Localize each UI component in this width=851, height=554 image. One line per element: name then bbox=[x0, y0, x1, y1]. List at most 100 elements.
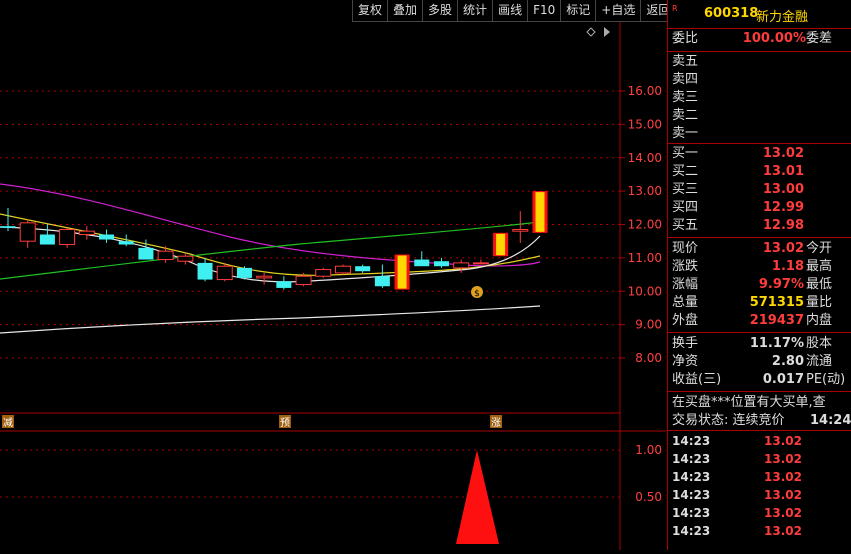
sell-level-row[interactable]: 卖四 bbox=[668, 71, 851, 89]
row-label: 卖一 bbox=[672, 126, 699, 141]
row-value: 12.98 bbox=[762, 218, 804, 233]
candle-body bbox=[78, 230, 95, 236]
draw-line-button[interactable]: 画线 bbox=[492, 0, 528, 22]
rise-marker[interactable]: 涨 bbox=[490, 415, 502, 429]
finance-stat-row[interactable]: 收益(三) 0.017 PE(动) bbox=[668, 371, 851, 389]
tick-row[interactable]: 14:23 13.02 bbox=[668, 486, 851, 504]
tick-price: 13.02 bbox=[764, 506, 802, 520]
price-tick-label: 11.00 bbox=[628, 251, 662, 265]
candle[interactable] bbox=[39, 224, 55, 245]
stock-header[interactable]: R 600318 新力金融 bbox=[668, 0, 851, 29]
money-bag-icon[interactable]: $ bbox=[471, 286, 483, 299]
sell-level-row[interactable]: 卖五 bbox=[668, 53, 851, 71]
quote-stat-row[interactable]: 现价 13.02 今开 bbox=[668, 240, 851, 258]
candle[interactable] bbox=[0, 207, 16, 232]
candle[interactable] bbox=[78, 226, 95, 240]
forecast-marker[interactable]: 预 bbox=[279, 415, 291, 429]
candle-body bbox=[433, 261, 449, 267]
weicha-label: 委差 bbox=[806, 31, 833, 46]
candle[interactable] bbox=[374, 264, 390, 288]
row-label-2: 最低 bbox=[806, 277, 833, 292]
candle[interactable] bbox=[493, 232, 509, 257]
candle-body bbox=[512, 229, 529, 232]
restore-rights-button[interactable]: 复权 bbox=[352, 0, 388, 22]
row-label: 外盘 bbox=[672, 313, 699, 328]
candle[interactable] bbox=[59, 227, 76, 248]
chevron-right-icon[interactable] bbox=[604, 27, 610, 37]
row-label-2: 最高 bbox=[806, 259, 833, 274]
sell-level-row[interactable]: 卖二 bbox=[668, 107, 851, 125]
candle[interactable] bbox=[334, 264, 351, 275]
finance-stat-row[interactable]: 净资 2.80 流通 bbox=[668, 353, 851, 371]
quote-stat-row[interactable]: 外盘 219437 内盘 bbox=[668, 312, 851, 330]
statistics-button[interactable]: 统计 bbox=[457, 0, 493, 22]
candle-body bbox=[118, 241, 134, 245]
add-watchlist-button[interactable]: +自选 bbox=[595, 0, 641, 22]
reduce-marker[interactable]: 减 bbox=[2, 415, 14, 429]
candle[interactable] bbox=[256, 272, 273, 285]
price-tick-label: 16.00 bbox=[628, 84, 662, 98]
row-label: 买五 bbox=[672, 218, 699, 233]
tick-row[interactable]: 14:23 13.02 bbox=[668, 504, 851, 522]
big-order-notice[interactable]: 在买盘***位置有大买单,查 bbox=[668, 394, 851, 412]
candle[interactable] bbox=[355, 264, 371, 273]
buy-level-row[interactable]: 买二 13.01 bbox=[668, 163, 851, 181]
buy-level-row[interactable]: 买四 12.99 bbox=[668, 199, 851, 217]
quote-stat-row[interactable]: 总量 571315 量比 bbox=[668, 294, 851, 312]
finance-stat-row[interactable]: 换手 11.17% 股本 bbox=[668, 335, 851, 353]
row-value: 11.17% bbox=[749, 336, 804, 351]
candle[interactable] bbox=[276, 276, 292, 290]
candle[interactable] bbox=[414, 251, 430, 267]
candle[interactable] bbox=[157, 246, 174, 263]
price-tick-label: 15.00 bbox=[628, 117, 662, 131]
row-value: 2.80 bbox=[771, 354, 804, 369]
ma-line-white-long bbox=[0, 305, 541, 334]
buy-level-row[interactable]: 买五 12.98 bbox=[668, 217, 851, 235]
buy-level-row[interactable]: 买三 13.00 bbox=[668, 181, 851, 199]
candle[interactable] bbox=[394, 254, 410, 290]
overlay-button[interactable]: 叠加 bbox=[387, 0, 423, 22]
f10-button[interactable]: F10 bbox=[527, 0, 561, 22]
kline-chart-area[interactable]: 16.00 15.00 14.00 13.00 12.00 11.00 10.00 9.00 8… bbox=[0, 22, 666, 550]
candle-body bbox=[216, 265, 233, 281]
kline-chart[interactable]: 16.00 15.00 14.00 13.00 12.00 11.00 10.00 9.00 8… bbox=[0, 22, 666, 550]
candle[interactable] bbox=[19, 219, 36, 248]
candle-body-inner bbox=[397, 255, 407, 289]
row-label: 买三 bbox=[672, 182, 699, 197]
candle[interactable] bbox=[512, 211, 529, 243]
sell-level-row[interactable]: 卖三 bbox=[668, 89, 851, 107]
sell-level-row[interactable]: 卖一 bbox=[668, 125, 851, 143]
candle-body bbox=[39, 234, 55, 245]
tick-row[interactable]: 14:23 13.02 bbox=[668, 522, 851, 540]
row-label: 买二 bbox=[672, 164, 699, 179]
candle-body bbox=[334, 265, 351, 274]
tick-row[interactable]: 14:23 13.02 bbox=[668, 468, 851, 486]
candle-body bbox=[295, 275, 312, 286]
candle[interactable] bbox=[315, 267, 332, 278]
candle[interactable] bbox=[532, 191, 548, 233]
tick-price: 13.02 bbox=[764, 488, 802, 502]
weibi-row: 委比 100.00% 委差 bbox=[668, 30, 851, 48]
tick-row[interactable]: 14:23 13.02 bbox=[668, 432, 851, 450]
candle[interactable] bbox=[197, 257, 213, 282]
diamond-icon[interactable] bbox=[586, 27, 596, 37]
multi-stock-button[interactable]: 多股 bbox=[422, 0, 458, 22]
candle[interactable] bbox=[99, 229, 115, 243]
candle-body bbox=[315, 269, 332, 277]
row-label: 净资 bbox=[672, 354, 699, 369]
candle-body-inner bbox=[535, 192, 545, 232]
candle-body bbox=[236, 267, 252, 278]
row-value: 1.18 bbox=[771, 259, 804, 274]
row-label: 涨跌 bbox=[672, 259, 699, 274]
quote-stat-row[interactable]: 涨跌 1.18 最高 bbox=[668, 258, 851, 276]
tick-row[interactable]: 14:23 13.02 bbox=[668, 450, 851, 468]
candle[interactable] bbox=[433, 257, 449, 268]
tick-time: 14:23 bbox=[672, 434, 711, 448]
candle[interactable] bbox=[472, 259, 489, 265]
buy-level-row[interactable]: 买一 13.02 bbox=[668, 145, 851, 163]
weibi-value: 100.00% bbox=[742, 31, 806, 46]
candle[interactable] bbox=[236, 266, 252, 280]
quote-panel: R 600318 新力金融 委比 100.00% 委差 卖五 卖四 卖三 卖二 卖一 买… bbox=[667, 0, 851, 550]
quote-stat-row[interactable]: 涨幅 9.97% 最低 bbox=[668, 276, 851, 294]
mark-button[interactable]: 标记 bbox=[560, 0, 596, 22]
